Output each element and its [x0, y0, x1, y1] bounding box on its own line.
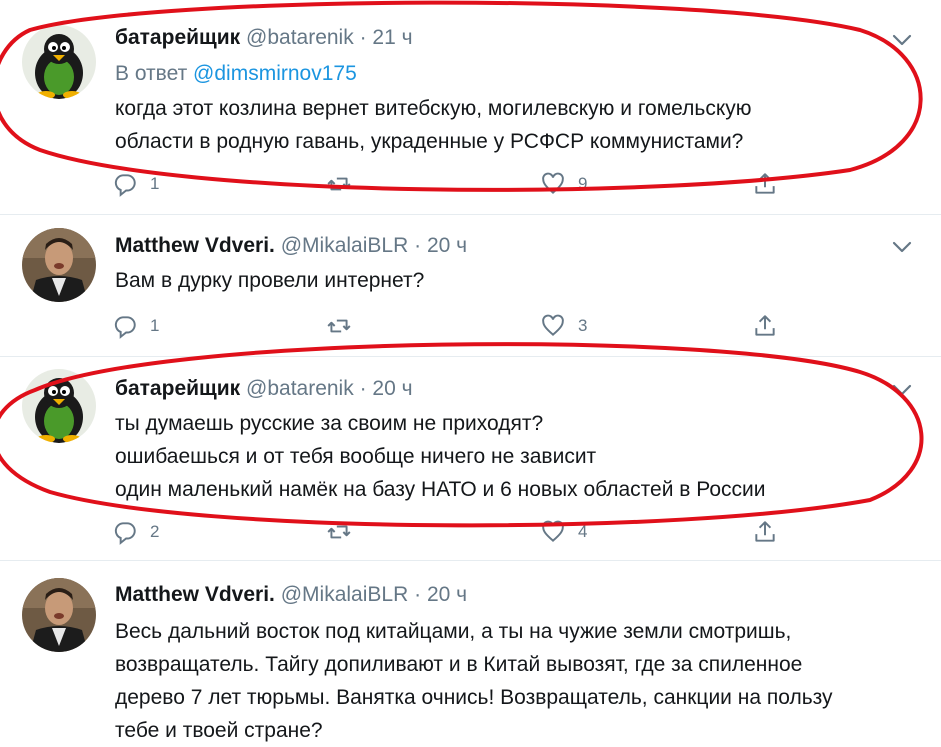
tweet-time[interactable]: 21 ч [372, 26, 412, 49]
tweet-header: Matthew Vdveri. @MikalaiBLR · 20 ч [115, 234, 467, 258]
like-count: 3 [578, 316, 588, 335]
tweet-text-line: возвращатель. Тайгу допиливают и в Китай… [115, 653, 803, 676]
reply-count: 1 [150, 316, 160, 335]
reply-mention-link[interactable]: @dimsmirnov175 [193, 62, 357, 85]
avatar-man[interactable] [22, 228, 96, 302]
separator-dot: · [359, 377, 367, 400]
share-button[interactable] [752, 518, 778, 546]
separator-dot: · [414, 583, 422, 606]
like-count: 4 [578, 522, 588, 541]
retweet-button[interactable] [326, 518, 364, 546]
tweet-text: Весь дальний восток под китайцами, а ты … [115, 615, 833, 747]
reply-button[interactable]: 1 [112, 170, 159, 198]
tweet-header: батарейщик @batarenik · 21 ч [115, 26, 413, 50]
tweet-text-line: один маленький намёк на базу НАТО и 6 но… [115, 478, 766, 501]
retweet-button[interactable] [326, 170, 364, 198]
user-handle[interactable]: @MikalaiBLR [281, 583, 409, 606]
tweet-text-line: когда этот козлина вернет витебскую, мог… [115, 97, 752, 120]
tweet-1[interactable]: батарейщик @batarenik · 21 ч В ответ @di… [0, 0, 941, 214]
tweet-time[interactable]: 20 ч [372, 377, 412, 400]
share-icon [755, 521, 775, 542]
tweet-2[interactable]: Matthew Vdveri. @MikalaiBLR · 20 ч Вам в… [0, 215, 941, 356]
man-avatar-image [22, 578, 96, 652]
retweet-icon [327, 177, 351, 191]
reply-count: 1 [150, 174, 160, 193]
heart-icon [542, 520, 564, 542]
reply-count: 2 [150, 522, 160, 541]
chevron-down-icon[interactable] [890, 235, 914, 259]
user-handle[interactable]: @batarenik [246, 26, 354, 49]
tweet-actions: 2 4 [112, 518, 792, 546]
display-name[interactable]: батарейщик [115, 377, 240, 400]
reply-icon [114, 174, 136, 197]
avatar-penguin[interactable] [22, 369, 96, 443]
heart-icon [542, 172, 564, 194]
like-button[interactable]: 3 [540, 312, 587, 340]
man-avatar-image [22, 228, 96, 302]
like-button[interactable]: 4 [540, 518, 587, 546]
display-name[interactable]: батарейщик [115, 26, 240, 49]
retweet-icon [327, 525, 351, 539]
tweet-text: когда этот козлина вернет витебскую, мог… [115, 92, 752, 158]
tweet-text-line: тебе и твоей стране? [115, 719, 323, 742]
tweet-text: Вам в дурку провели интернет? [115, 264, 424, 297]
display-name[interactable]: Matthew Vdveri. [115, 234, 275, 257]
tweet-4[interactable]: Matthew Vdveri. @MikalaiBLR · 20 ч Весь … [0, 561, 941, 742]
avatar-penguin[interactable] [22, 25, 96, 99]
retweet-icon [327, 319, 351, 333]
reply-prefix: В ответ [115, 62, 188, 85]
like-count: 9 [578, 174, 588, 193]
share-button[interactable] [752, 312, 778, 340]
reply-context: В ответ @dimsmirnov175 [115, 62, 357, 86]
share-icon [755, 173, 775, 194]
tweet-text-line: дерево 7 лет тюрьмы. Ванятка очнись! Воз… [115, 686, 833, 709]
separator-dot: · [359, 26, 367, 49]
share-button[interactable] [752, 170, 778, 198]
reply-button[interactable]: 1 [112, 312, 159, 340]
reply-icon [114, 522, 136, 545]
penguin-avatar-image [22, 25, 96, 99]
tweet-actions: 1 9 [112, 170, 792, 198]
chevron-down-icon[interactable] [890, 378, 914, 402]
tweet-text-line: области в родную гавань, украденные у РС… [115, 130, 744, 153]
retweet-button[interactable] [326, 312, 364, 340]
share-icon [755, 315, 775, 336]
tweet-text-line: ты думаешь русские за своим не приходят? [115, 412, 544, 435]
tweet-header: Matthew Vdveri. @MikalaiBLR · 20 ч [115, 583, 467, 607]
tweet-header: батарейщик @batarenik · 20 ч [115, 377, 413, 401]
reply-button[interactable]: 2 [112, 518, 159, 546]
user-handle[interactable]: @batarenik [246, 377, 354, 400]
tweet-time[interactable]: 20 ч [427, 583, 467, 606]
heart-icon [542, 314, 564, 336]
tweet-text-line: Весь дальний восток под китайцами, а ты … [115, 620, 792, 643]
tweet-3[interactable]: батарейщик @batarenik · 20 ч ты думаешь … [0, 357, 941, 560]
penguin-avatar-image [22, 369, 96, 443]
tweet-text-line: ошибаешься и от тебя вообще ничего не за… [115, 445, 597, 468]
tweet-time[interactable]: 20 ч [427, 234, 467, 257]
reply-icon [114, 316, 136, 339]
tweet-text-line: Вам в дурку провели интернет? [115, 269, 425, 292]
like-button[interactable]: 9 [540, 170, 587, 198]
tweet-text: ты думаешь русские за своим не приходят?… [115, 407, 766, 506]
tweet-actions: 1 3 [112, 312, 792, 340]
user-handle[interactable]: @MikalaiBLR [281, 234, 409, 257]
chevron-down-icon[interactable] [890, 28, 914, 52]
display-name[interactable]: Matthew Vdveri. [115, 583, 275, 606]
separator-dot: · [414, 234, 422, 257]
avatar-man[interactable] [22, 578, 96, 652]
